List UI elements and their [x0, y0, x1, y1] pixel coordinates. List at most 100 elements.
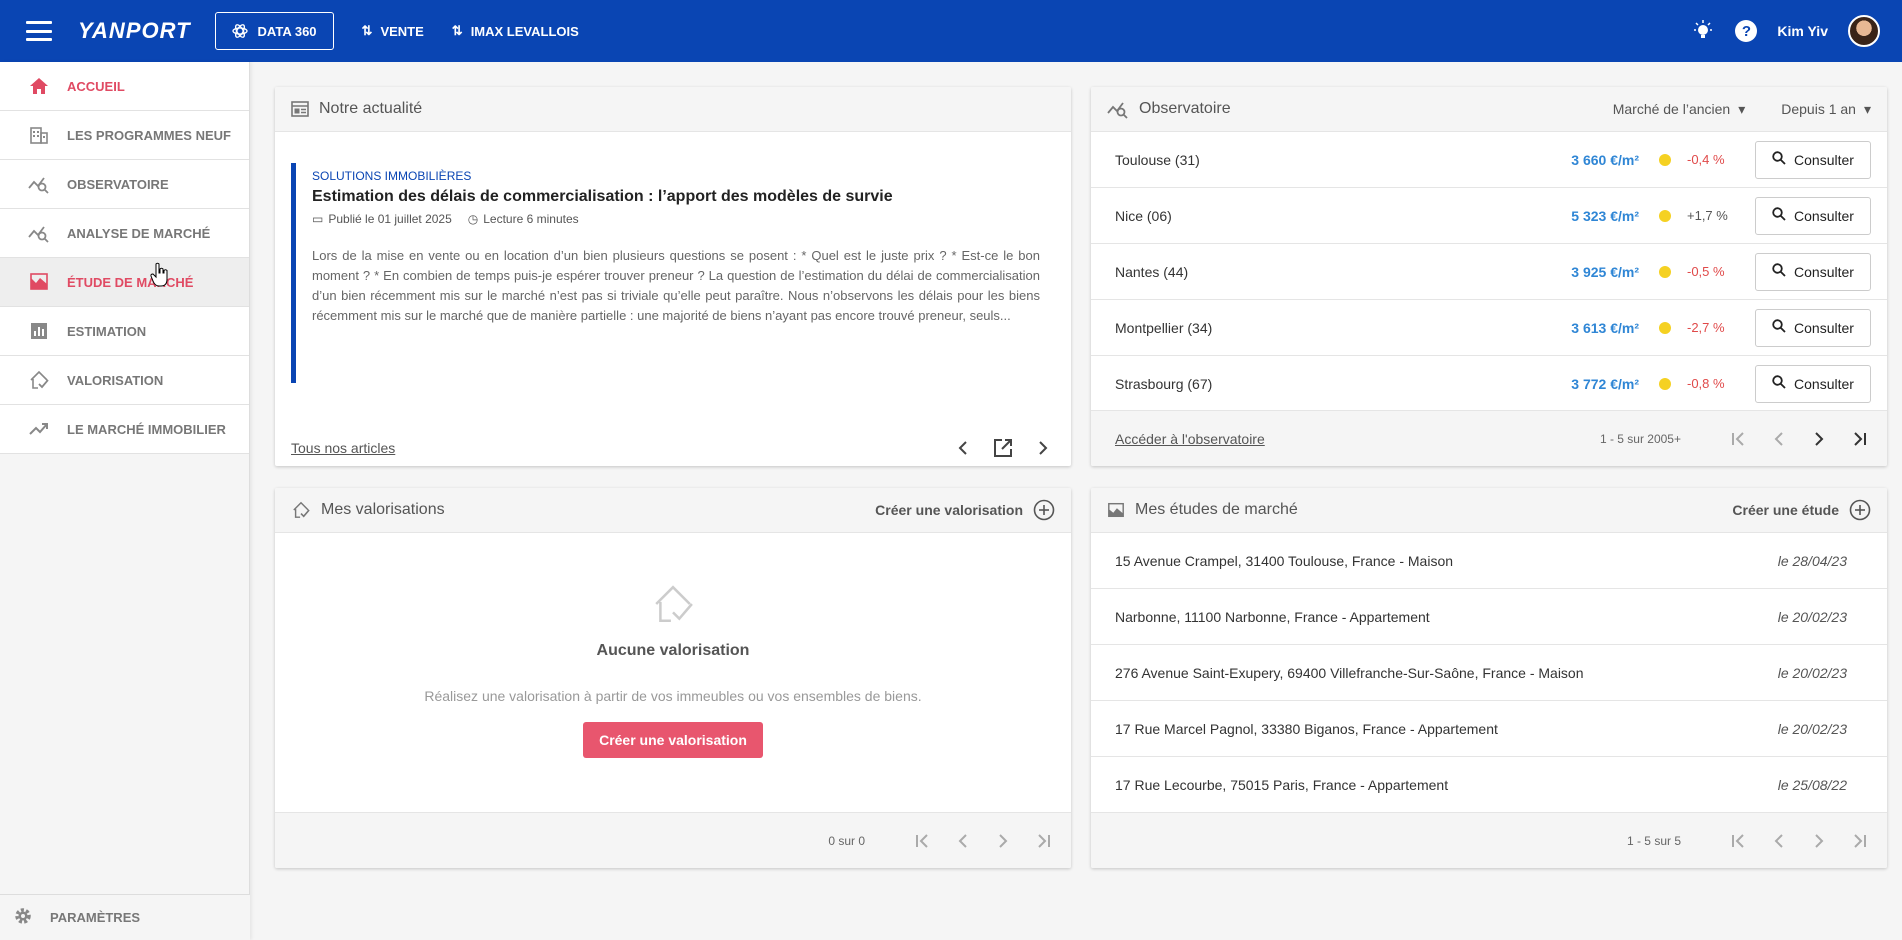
help-icon[interactable]: ? [1735, 20, 1758, 42]
next-page-icon[interactable] [1807, 829, 1831, 853]
etude-row[interactable]: 15 Avenue Crampel, 31400 Toulouse, Franc… [1091, 533, 1887, 589]
prev-page-icon[interactable] [1767, 427, 1791, 451]
create-valorisation-action[interactable]: Créer une valorisation [875, 499, 1055, 521]
observatoire-link[interactable]: Accéder à l'observatoire [1115, 431, 1265, 447]
etude-date: le 28/04/23 [1777, 552, 1847, 569]
valorisations-footer: 0 sur 0 [275, 812, 1071, 868]
etude-date: le 20/02/23 [1777, 664, 1847, 681]
create-etude-label: Créer une étude [1732, 502, 1839, 518]
agency-link[interactable]: ⇅ IMAX LEVALLOIS [452, 23, 579, 39]
prev-page-icon[interactable] [1767, 829, 1791, 853]
house-check-icon [293, 501, 310, 518]
etudes-card-header: Mes études de marché Créer une étude [1091, 488, 1887, 533]
status-dot [1659, 377, 1671, 390]
sidebar-item-label: LES PROGRAMMES NEUF [67, 127, 231, 143]
sidebar-item-observatoire[interactable]: OBSERVATOIRE [0, 160, 249, 209]
sidebar-item-accueil[interactable]: ACCUEIL [0, 62, 249, 111]
status-dot [1659, 153, 1671, 166]
chart-search-icon [1107, 102, 1128, 119]
sidebar-item-etude-marche[interactable]: ÉTUDE DE MARCHÉ [0, 258, 249, 307]
user-name[interactable]: Kim Yiv [1777, 23, 1828, 39]
news-reading-time: Lecture 6 minutes [483, 212, 579, 226]
lightbulb-icon[interactable] [1691, 19, 1715, 43]
sidebar-item-valorisation[interactable]: VALORISATION [0, 356, 249, 405]
atom-icon [231, 24, 248, 38]
period-select[interactable]: Depuis 1 an ▾ [1781, 101, 1871, 118]
consult-button[interactable]: Consulter [1755, 252, 1871, 291]
etudes-card-title: Mes études de marché [1135, 501, 1298, 518]
news-card-title: Notre actualité [319, 100, 423, 117]
consult-button[interactable]: Consulter [1755, 140, 1871, 179]
newspaper-icon [291, 101, 309, 117]
observatoire-row: Strasbourg (67) 3 772 €/m² -0,8 % Consul… [1091, 356, 1887, 412]
last-page-icon[interactable] [1847, 829, 1871, 853]
chart-search-icon [28, 222, 50, 244]
prev-page-icon[interactable] [951, 829, 975, 853]
caret-down-icon: ▾ [1863, 100, 1871, 117]
open-external-icon[interactable] [991, 436, 1015, 460]
sidebar-item-marche-immobilier[interactable]: LE MARCHÉ IMMOBILIER [0, 405, 249, 454]
next-page-icon[interactable] [1807, 427, 1831, 451]
news-headline[interactable]: Estimation des délais de commercialisati… [312, 188, 1051, 206]
city-variation: -0,8 % [1687, 376, 1725, 391]
sidebar-item-estimation[interactable]: ESTIMATION [0, 307, 249, 356]
city-variation: +1,7 % [1687, 208, 1728, 223]
status-dot [1659, 209, 1671, 222]
avatar[interactable] [1848, 15, 1880, 47]
chevron-left-icon[interactable] [951, 436, 975, 460]
sidebar-item-programmes-neuf[interactable]: LES PROGRAMMES NEUF [0, 111, 249, 160]
etude-row[interactable]: 17 Rue Marcel Pagnol, 33380 Biganos, Fra… [1091, 701, 1887, 757]
add-circle-icon [1033, 499, 1055, 521]
observatoire-card-title: Observatoire [1139, 100, 1231, 117]
consult-button[interactable]: Consulter [1755, 196, 1871, 235]
valorisations-pager: 0 sur 0 [828, 829, 1055, 853]
data360-button[interactable]: DATA 360 [214, 12, 334, 50]
city-price: 3 613 €/m² [1571, 319, 1639, 336]
market-select[interactable]: Marché de l’ancien ▾ [1613, 101, 1746, 118]
create-etude-action[interactable]: Créer une étude [1732, 499, 1871, 521]
swap-icon: ⇅ [361, 23, 373, 38]
consult-button[interactable]: Consulter [1755, 308, 1871, 347]
city-price: 3 772 €/m² [1571, 375, 1639, 392]
etude-row[interactable]: 276 Avenue Saint-Exupery, 69400 Villefra… [1091, 645, 1887, 701]
brand-logo[interactable]: YANPORT [78, 18, 191, 44]
sidebar-item-analyse-marche[interactable]: ANALYSE DE MARCHÉ [0, 209, 249, 258]
create-valorisation-button[interactable]: Créer une valorisation [583, 722, 763, 758]
news-article[interactable]: SOLUTIONS IMMOBILIÈRES Estimation des dé… [291, 163, 1051, 383]
observatoire-pager: 1 - 5 sur 2005+ [1600, 427, 1871, 451]
city-variation: -2,7 % [1687, 320, 1725, 335]
etude-address: Narbonne, 11100 Narbonne, France - Appar… [1115, 608, 1430, 625]
house-check-icon [655, 585, 693, 623]
etude-row[interactable]: Narbonne, 11100 Narbonne, France - Appar… [1091, 589, 1887, 645]
bar-chart-icon [28, 320, 50, 342]
pagination-count: 1 - 5 sur 5 [1626, 833, 1681, 848]
clock-icon: ◷ [467, 212, 479, 226]
last-page-icon[interactable] [1847, 427, 1871, 451]
gear-icon [12, 905, 34, 930]
valorisations-card-header: Mes valorisations Créer une valorisation [275, 488, 1071, 533]
sidebar: ACCUEIL LES PROGRAMMES NEUF OBSERVATOIRE… [0, 62, 250, 940]
consult-button[interactable]: Consulter [1755, 364, 1871, 403]
etude-address: 15 Avenue Crampel, 31400 Toulouse, Franc… [1115, 552, 1454, 569]
caret-down-icon: ▾ [1738, 100, 1746, 117]
sidebar-item-parametres[interactable]: PARAMÈTRES [0, 894, 250, 940]
vente-link[interactable]: ⇅ VENTE [362, 23, 424, 39]
city-name: Montpellier (34) [1115, 319, 1213, 336]
first-page-icon[interactable] [911, 829, 935, 853]
valorisations-card: Mes valorisations Créer une valorisation… [275, 488, 1071, 868]
first-page-icon[interactable] [1727, 427, 1751, 451]
chevron-right-icon[interactable] [1031, 436, 1055, 460]
city-price: 3 925 €/m² [1571, 263, 1639, 280]
etude-address: 17 Rue Marcel Pagnol, 33380 Biganos, Fra… [1115, 720, 1498, 737]
news-meta: ▭ Publié le 01 juillet 2025 ◷ Lecture 6 mi… [312, 212, 1051, 226]
menu-icon[interactable] [26, 21, 52, 41]
all-articles-link[interactable]: Tous nos articles [291, 440, 395, 456]
first-page-icon[interactable] [1727, 829, 1751, 853]
last-page-icon[interactable] [1031, 829, 1055, 853]
etude-row[interactable]: 17 Rue Lecourbe, 75015 Paris, France - A… [1091, 757, 1887, 813]
etude-date: le 25/08/22 [1777, 776, 1847, 793]
next-page-icon[interactable] [991, 829, 1015, 853]
sidebar-item-label: ANALYSE DE MARCHÉ [67, 225, 211, 241]
calendar-icon: ▭ [312, 212, 324, 226]
sidebar-item-label: ÉTUDE DE MARCHÉ [67, 274, 194, 290]
